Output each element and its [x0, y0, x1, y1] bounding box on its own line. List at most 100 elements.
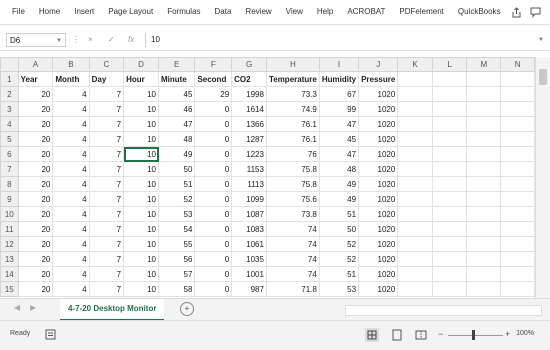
table-cell[interactable]: 10: [123, 236, 159, 252]
table-cell[interactable]: 47: [318, 116, 360, 132]
table-cell[interactable]: 1153: [231, 161, 267, 177]
table-cell[interactable]: [397, 176, 433, 192]
cancel-icon[interactable]: ×: [88, 33, 93, 47]
table-cell[interactable]: [500, 146, 535, 162]
row-header[interactable]: 1: [0, 71, 19, 87]
table-cell[interactable]: 0: [194, 221, 233, 237]
table-cell[interactable]: [431, 191, 468, 207]
table-cell[interactable]: 20: [17, 266, 54, 282]
table-cell[interactable]: 7: [88, 236, 125, 252]
table-cell[interactable]: 4: [52, 146, 90, 162]
table-cell[interactable]: 4: [52, 206, 90, 222]
tab-formulas[interactable]: Formulas: [160, 0, 207, 24]
table-cell[interactable]: 987: [231, 281, 267, 297]
table-cell[interactable]: 1223: [231, 146, 267, 162]
table-cell[interactable]: 10: [123, 146, 159, 162]
table-cell[interactable]: 20: [17, 176, 54, 192]
table-cell[interactable]: 0: [194, 251, 233, 267]
scroll-tabs-right-icon[interactable]: ▶: [30, 303, 36, 312]
table-cell[interactable]: 49: [318, 191, 360, 207]
table-cell[interactable]: [397, 161, 433, 177]
column-header[interactable]: A: [17, 57, 54, 72]
row-header[interactable]: 15: [0, 281, 19, 297]
table-cell[interactable]: 73.3: [265, 86, 320, 102]
table-cell[interactable]: 1020: [358, 131, 399, 147]
table-cell[interactable]: 4: [52, 236, 90, 252]
column-header[interactable]: F: [194, 57, 233, 72]
header-cell[interactable]: Year: [17, 71, 54, 87]
select-all-corner[interactable]: [0, 57, 19, 72]
table-cell[interactable]: [500, 86, 535, 102]
insert-function-icon[interactable]: fx: [128, 33, 134, 47]
table-cell[interactable]: 0: [194, 206, 233, 222]
tab-pdfelement[interactable]: PDFelement: [392, 0, 450, 24]
row-header[interactable]: 10: [0, 206, 19, 222]
table-cell[interactable]: 54: [157, 221, 196, 237]
table-cell[interactable]: [431, 236, 468, 252]
scroll-tabs-left-icon[interactable]: ◀: [14, 303, 20, 312]
header-cell[interactable]: Month: [52, 71, 90, 87]
table-cell[interactable]: [397, 281, 433, 297]
row-header[interactable]: 5: [0, 131, 19, 147]
column-header[interactable]: J: [358, 57, 399, 72]
formula-input[interactable]: 10: [145, 33, 540, 47]
table-cell[interactable]: 0: [194, 281, 233, 297]
table-cell[interactable]: 74: [265, 221, 320, 237]
table-cell[interactable]: [500, 251, 535, 267]
table-cell[interactable]: [466, 191, 502, 207]
table-cell[interactable]: [431, 146, 468, 162]
row-header[interactable]: 11: [0, 221, 19, 237]
header-cell[interactable]: [397, 71, 433, 87]
table-cell[interactable]: 1020: [358, 191, 399, 207]
enter-icon[interactable]: ✓: [108, 33, 115, 47]
table-cell[interactable]: 20: [17, 206, 54, 222]
table-cell[interactable]: 20: [17, 86, 54, 102]
header-cell[interactable]: CO2: [231, 71, 267, 87]
table-cell[interactable]: 10: [123, 131, 159, 147]
table-cell[interactable]: [431, 116, 468, 132]
table-cell[interactable]: 99: [318, 101, 360, 117]
tab-help[interactable]: Help: [310, 0, 340, 24]
table-cell[interactable]: 1020: [358, 236, 399, 252]
table-cell[interactable]: 4: [52, 131, 90, 147]
table-cell[interactable]: 20: [17, 131, 54, 147]
zoom-level[interactable]: 100%: [516, 330, 534, 337]
zoom-slider[interactable]: [448, 335, 503, 336]
header-cell[interactable]: Day: [88, 71, 125, 87]
table-cell[interactable]: 20: [17, 221, 54, 237]
table-cell[interactable]: 4: [52, 281, 90, 297]
table-cell[interactable]: [466, 206, 502, 222]
table-cell[interactable]: 76.1: [265, 131, 320, 147]
tab-data[interactable]: Data: [208, 0, 239, 24]
tab-view[interactable]: View: [279, 0, 310, 24]
table-cell[interactable]: 10: [123, 191, 159, 207]
table-cell[interactable]: 1020: [358, 251, 399, 267]
worksheet-grid[interactable]: A B C D E F G H I J K L M N 1 Year Month Day Hour Minute Sec…: [0, 57, 535, 298]
table-cell[interactable]: [431, 176, 468, 192]
table-cell[interactable]: 1020: [358, 221, 399, 237]
table-cell[interactable]: 1020: [358, 281, 399, 297]
table-cell[interactable]: 0: [194, 116, 233, 132]
table-cell[interactable]: 52: [157, 191, 196, 207]
table-cell[interactable]: 45: [318, 131, 360, 147]
table-cell[interactable]: 7: [88, 191, 125, 207]
table-cell[interactable]: 20: [17, 191, 54, 207]
table-cell[interactable]: 47: [318, 146, 360, 162]
table-cell[interactable]: 53: [318, 281, 360, 297]
table-cell[interactable]: [397, 251, 433, 267]
table-cell[interactable]: [397, 206, 433, 222]
tab-insert[interactable]: Insert: [67, 0, 101, 24]
table-cell[interactable]: 0: [194, 236, 233, 252]
table-cell[interactable]: 1001: [231, 266, 267, 282]
table-cell[interactable]: 52: [318, 251, 360, 267]
row-header[interactable]: 12: [0, 236, 19, 252]
table-cell[interactable]: 75.8: [265, 176, 320, 192]
table-cell[interactable]: 0: [194, 266, 233, 282]
expand-formula-bar-icon[interactable]: ▼: [538, 33, 544, 47]
table-cell[interactable]: 1020: [358, 116, 399, 132]
tab-file[interactable]: File: [0, 0, 32, 24]
tab-home[interactable]: Home: [32, 0, 67, 24]
table-cell[interactable]: 0: [194, 191, 233, 207]
header-cell[interactable]: Hour: [123, 71, 159, 87]
table-cell[interactable]: [397, 221, 433, 237]
